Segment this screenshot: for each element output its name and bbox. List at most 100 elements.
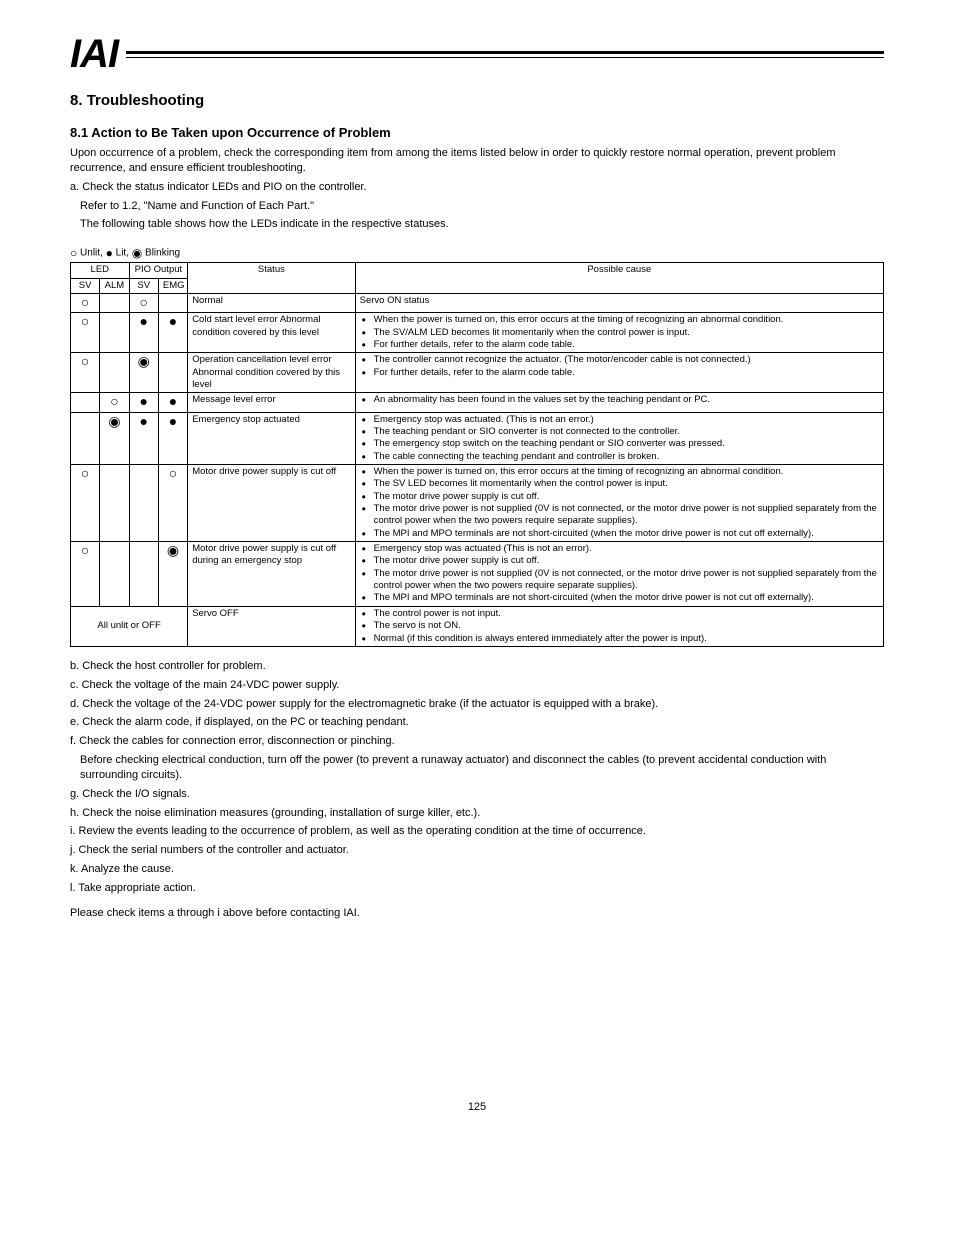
cause-cell: When the power is turned on, this error …	[355, 465, 883, 542]
check-e: e. Check the alarm code, if displayed, o…	[70, 715, 884, 730]
cause-bullet: When the power is turned on, this error …	[360, 314, 879, 326]
cause-bullet: The motor drive power is not supplied (0…	[360, 568, 879, 593]
table-row: ○ ● ● Cold start level error Abnormal co…	[71, 313, 884, 353]
brand-logo: IAI	[70, 40, 118, 68]
cause-cell: Emergency stop was actuated (This is not…	[355, 542, 883, 607]
subsection-title: Action to Be Taken upon Occurrence of Pr…	[91, 125, 391, 140]
subsection-number: 8.1	[70, 125, 88, 140]
cause-bullet: Normal (if this condition is always ente…	[360, 633, 879, 645]
lit-symbol: ●	[169, 393, 177, 409]
page-header: IAI	[70, 40, 884, 68]
table-row: ○ ○ Motor drive power supply is cut off …	[71, 465, 884, 542]
led-table-intro: The following table shows how the LEDs i…	[80, 217, 884, 232]
check-a-ref: Refer to 1.2, "Name and Function of Each…	[80, 199, 884, 214]
cause-bullet: An abnormality has been found in the val…	[360, 394, 879, 406]
sv-header: SV	[71, 278, 100, 293]
lit-symbol: ●	[169, 313, 177, 329]
cause-bullet: The MPI and MPO terminals are not short-…	[360, 528, 879, 540]
cause-cell: Emergency stop was actuated. (This is no…	[355, 412, 883, 464]
status-cell: Motor drive power supply is cut off	[188, 465, 355, 542]
cause-bullet: The servo is not ON.	[360, 620, 879, 632]
unlit-symbol: ○	[81, 465, 89, 481]
table-row: ○ ● ● Message level error An abnormality…	[71, 393, 884, 412]
alm-header: ALM	[100, 278, 129, 293]
pio-group-header: PIO Output	[129, 263, 188, 278]
cause-bullet: The control power is not input.	[360, 608, 879, 620]
check-d: d. Check the voltage of the 24-VDC power…	[70, 697, 884, 712]
cause-bullet: For further details, refer to the alarm …	[360, 339, 879, 351]
sv-header-2: SV	[129, 278, 158, 293]
legend-lit: Lit,	[116, 248, 129, 259]
cause-bullet: Emergency stop was actuated. (This is no…	[360, 414, 879, 426]
check-i: i. Review the events leading to the occu…	[70, 824, 884, 839]
page-number: 125	[70, 1101, 884, 1113]
unlit-symbol: ○	[81, 353, 89, 369]
legend-unlit: Unlit,	[80, 248, 103, 259]
cause-cell: When the power is turned on, this error …	[355, 313, 883, 353]
check-h: h. Check the noise elimination measures …	[70, 806, 884, 821]
table-row: ○ ◉ Operation cancellation level error A…	[71, 353, 884, 393]
cause-cell: An abnormality has been found in the val…	[355, 393, 883, 412]
status-cell: Cold start level error Abnormal conditio…	[188, 313, 355, 353]
blink-symbol: ◉	[167, 542, 179, 558]
unlit-symbol: ○	[81, 313, 89, 329]
status-cell: Servo OFF	[188, 606, 355, 646]
table-row: All unlit or OFF Servo OFF The control p…	[71, 606, 884, 646]
section-number: 8.	[70, 92, 83, 109]
intro-paragraph: Upon occurrence of a problem, check the …	[70, 146, 884, 176]
table-row: ○ ◉ Motor drive power supply is cut off …	[71, 542, 884, 607]
led-status-table: LED PIO Output Status Possible cause SV …	[70, 262, 884, 647]
check-b: b. Check the host controller for problem…	[70, 659, 884, 674]
lit-symbol: ●	[140, 313, 148, 329]
cause-bullet: The cable connecting the teaching pendan…	[360, 451, 879, 463]
all-off-note: All unlit or OFF	[71, 606, 188, 646]
cause-bullet: For further details, refer to the alarm …	[360, 367, 879, 379]
cause-bullet: The SV LED becomes lit momentarily when …	[360, 478, 879, 490]
lit-symbol: ●	[106, 246, 113, 260]
status-cell: Message level error	[188, 393, 355, 412]
led-header-row-1: LED PIO Output Status Possible cause	[71, 263, 884, 278]
cause-bullet: The SV/ALM LED becomes lit momentarily w…	[360, 327, 879, 339]
table-row: ◉ ● ● Emergency stop actuated Emergency …	[71, 412, 884, 464]
cause-bullet: The teaching pendant or SIO converter is…	[360, 426, 879, 438]
status-header: Status	[188, 263, 355, 294]
led-group-header: LED	[71, 263, 130, 278]
cause-bullet: Emergency stop was actuated (This is not…	[360, 543, 879, 555]
emg-header: EMG	[158, 278, 187, 293]
cause-bullet: The emergency stop switch on the teachin…	[360, 438, 879, 450]
cause-bullet: The motor drive power supply is cut off.	[360, 491, 879, 503]
section-title: Troubleshooting	[87, 92, 205, 109]
legend-blink: Blinking	[145, 248, 180, 259]
check-f-note: Before checking electrical conduction, t…	[80, 753, 884, 783]
status-cell: Motor drive power supply is cut off duri…	[188, 542, 355, 607]
legend: ○ Unlit, ● Lit, ◉ Blinking	[70, 246, 884, 260]
subsection-heading: 8.1 Action to Be Taken upon Occurrence o…	[70, 125, 884, 140]
header-rule	[126, 51, 884, 58]
check-g: g. Check the I/O signals.	[70, 787, 884, 802]
check-k: k. Analyze the cause.	[70, 862, 884, 877]
cause-bullet: The controller cannot recognize the actu…	[360, 354, 879, 366]
blink-symbol: ◉	[108, 413, 120, 429]
closing-note: Please check items a through i above bef…	[70, 906, 884, 921]
check-f: f. Check the cables for connection error…	[70, 734, 884, 749]
status-cell: Operation cancellation level error Abnor…	[188, 353, 355, 393]
unlit-symbol: ○	[169, 465, 177, 481]
lit-symbol: ●	[140, 393, 148, 409]
section-heading: 8. Troubleshooting	[70, 92, 884, 109]
check-l: l. Take appropriate action.	[70, 881, 884, 896]
unlit-symbol: ○	[110, 393, 118, 409]
cause-cell: Servo ON status	[355, 293, 883, 312]
status-cell: Normal	[188, 293, 355, 312]
lit-symbol: ●	[140, 413, 148, 429]
status-cell: Emergency stop actuated	[188, 412, 355, 464]
cause-bullet: The motor drive power is not supplied (0…	[360, 503, 879, 528]
cause-bullet: The MPI and MPO terminals are not short-…	[360, 592, 879, 604]
cause-bullet: The motor drive power supply is cut off.	[360, 555, 879, 567]
check-j: j. Check the serial numbers of the contr…	[70, 843, 884, 858]
cause-cell: The controller cannot recognize the actu…	[355, 353, 883, 393]
cause-header: Possible cause	[355, 263, 883, 294]
unlit-symbol: ○	[81, 542, 89, 558]
table-row: ○ ○ Normal Servo ON status	[71, 293, 884, 312]
cause-bullet: When the power is turned on, this error …	[360, 466, 879, 478]
unlit-symbol: ○	[140, 294, 148, 310]
